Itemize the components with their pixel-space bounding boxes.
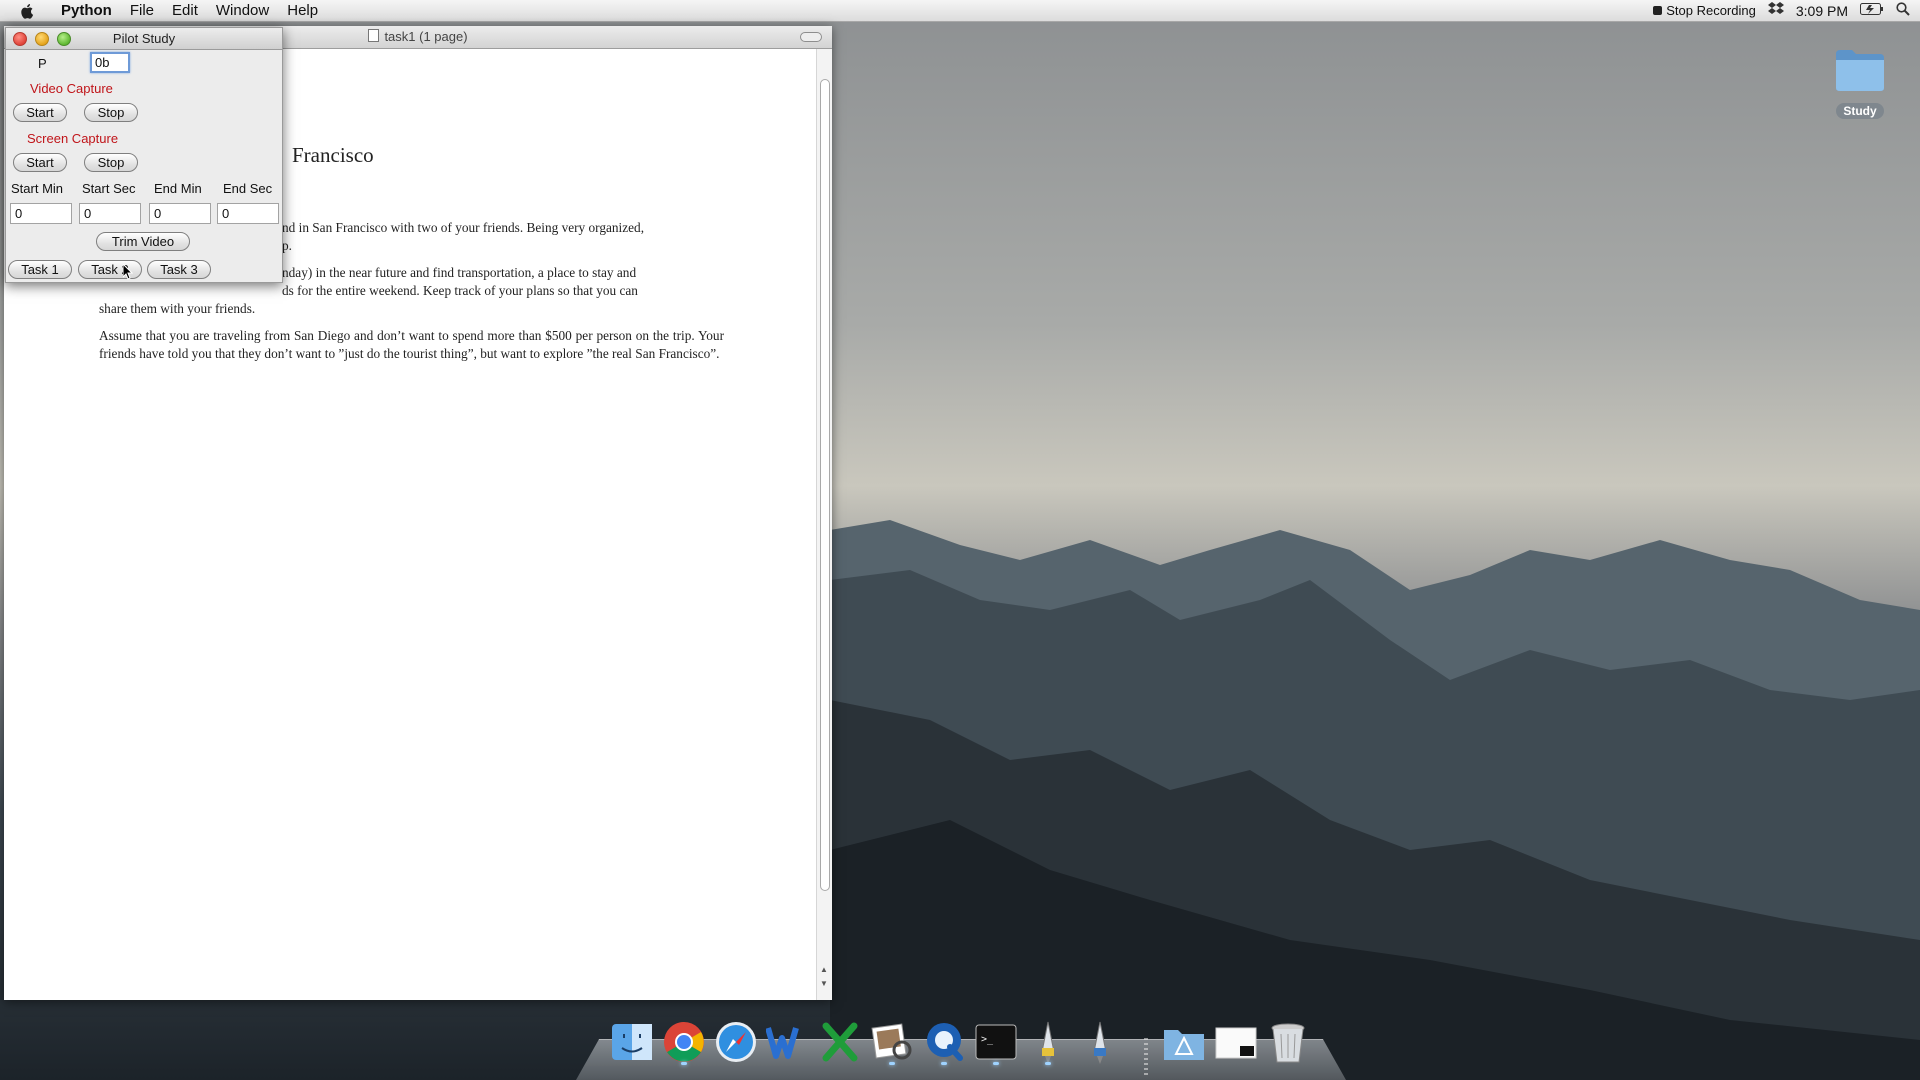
zoom-window-button[interactable] [57, 32, 71, 46]
menu-help[interactable]: Help [278, 0, 327, 21]
quicktime-icon[interactable] [920, 1018, 968, 1066]
folder-icon [1836, 50, 1884, 91]
study-folder[interactable]: Study [1832, 46, 1888, 119]
toolbar-toggle-button[interactable] [800, 32, 822, 42]
screen-start-button[interactable]: Start [13, 153, 67, 172]
paragraph-3: Assume that you are traveling from San D… [99, 328, 724, 361]
menu-window[interactable]: Window [207, 0, 278, 21]
pilot-study-title: Pilot Study [112, 31, 176, 46]
paragraph-2-line-2: ds for the entire weekend. Keep track of… [282, 283, 638, 298]
participant-label: P [38, 56, 47, 71]
scroll-up-arrow-icon[interactable]: ▲ [820, 965, 828, 974]
start-sec-input[interactable]: 0 [79, 203, 141, 224]
menu-edit[interactable]: Edit [163, 0, 207, 21]
battery-icon[interactable] [1860, 3, 1884, 18]
chrome-icon[interactable] [660, 1018, 708, 1066]
menu-app-python[interactable]: Python [52, 0, 121, 21]
svg-text:>_: >_ [981, 1034, 994, 1045]
study-folder-label: Study [1836, 103, 1884, 119]
running-indicator [1045, 1062, 1051, 1065]
running-indicator [681, 1062, 687, 1065]
scroll-thumb[interactable] [820, 79, 830, 891]
participant-input[interactable]: 0b [90, 52, 130, 73]
dropbox-icon[interactable] [1767, 2, 1784, 19]
document-icon [368, 29, 380, 42]
menu-bar: Python File Edit Window Help Stop Record… [0, 0, 1920, 22]
pilot-study-titlebar[interactable]: Pilot Study [6, 28, 282, 50]
python-launcher-icon[interactable] [1024, 1018, 1072, 1066]
menu-extras: Stop Recording 3:09 PM [1653, 0, 1910, 21]
apple-menu-icon[interactable] [18, 1, 38, 21]
spotlight-icon[interactable] [1896, 2, 1910, 19]
video-start-button[interactable]: Start [13, 103, 67, 122]
running-indicator [941, 1062, 947, 1065]
document-title: task1 (1 page) [384, 29, 468, 44]
word-icon[interactable] [764, 1018, 812, 1066]
applications-folder-icon[interactable] [1160, 1018, 1208, 1066]
paragraph-2-line-3: share them with your friends. [99, 301, 256, 316]
start-sec-label: Start Sec [82, 181, 136, 196]
dock: >_ [576, 1018, 1346, 1080]
python-launcher-2-icon[interactable] [1076, 1018, 1124, 1066]
mouse-pointer-icon [123, 264, 133, 280]
end-min-input[interactable]: 0 [149, 203, 211, 224]
safari-icon[interactable] [712, 1018, 760, 1066]
screen-stop-button[interactable]: Stop [84, 153, 138, 172]
scroll-down-arrow-icon[interactable]: ▼ [820, 979, 828, 988]
video-capture-heading: Video Capture [30, 81, 113, 96]
document-scrollbar[interactable]: ▲ ▼ [816, 49, 832, 1000]
menu-file[interactable]: File [121, 0, 163, 21]
end-min-label: End Min [154, 181, 202, 196]
close-window-button[interactable] [13, 32, 27, 46]
record-stop-icon [1653, 6, 1663, 15]
end-sec-input[interactable]: 0 [217, 203, 279, 224]
terminal-icon[interactable]: >_ [972, 1018, 1020, 1066]
end-sec-label: End Sec [223, 181, 273, 196]
pilot-study-window: Pilot Study P 0b Video Capture Start Sto… [5, 27, 283, 283]
preview-icon[interactable] [868, 1018, 916, 1066]
minimize-window-button[interactable] [35, 32, 49, 46]
running-indicator [993, 1062, 999, 1065]
excel-icon[interactable] [816, 1018, 864, 1066]
dock-separator [1144, 1038, 1148, 1076]
trim-video-button[interactable]: Trim Video [96, 232, 190, 251]
start-min-input[interactable]: 0 [10, 203, 72, 224]
start-min-label: Start Min [11, 181, 64, 196]
stop-recording-item[interactable]: Stop Recording [1653, 3, 1756, 18]
video-stop-button[interactable]: Stop [84, 103, 138, 122]
paragraph-1-line-2: p. [282, 238, 292, 253]
stop-recording-label: Stop Recording [1666, 3, 1756, 18]
trash-icon[interactable] [1264, 1018, 1312, 1066]
running-indicator [889, 1062, 895, 1065]
desktop-mountains [830, 520, 1920, 1080]
paragraph-1-line-1: nd in San Francisco with two of your fri… [282, 220, 645, 235]
window-minimized-icon[interactable] [1212, 1018, 1260, 1066]
screen-capture-heading: Screen Capture [27, 131, 119, 146]
task-3-button[interactable]: Task 3 [147, 260, 211, 279]
task-1-button[interactable]: Task 1 [8, 260, 72, 279]
paragraph-2-line-1: nday) in the near future and find transp… [282, 265, 637, 280]
clock[interactable]: 3:09 PM [1796, 3, 1848, 19]
document-heading: Francisco [292, 143, 374, 167]
finder-icon[interactable] [608, 1018, 656, 1066]
